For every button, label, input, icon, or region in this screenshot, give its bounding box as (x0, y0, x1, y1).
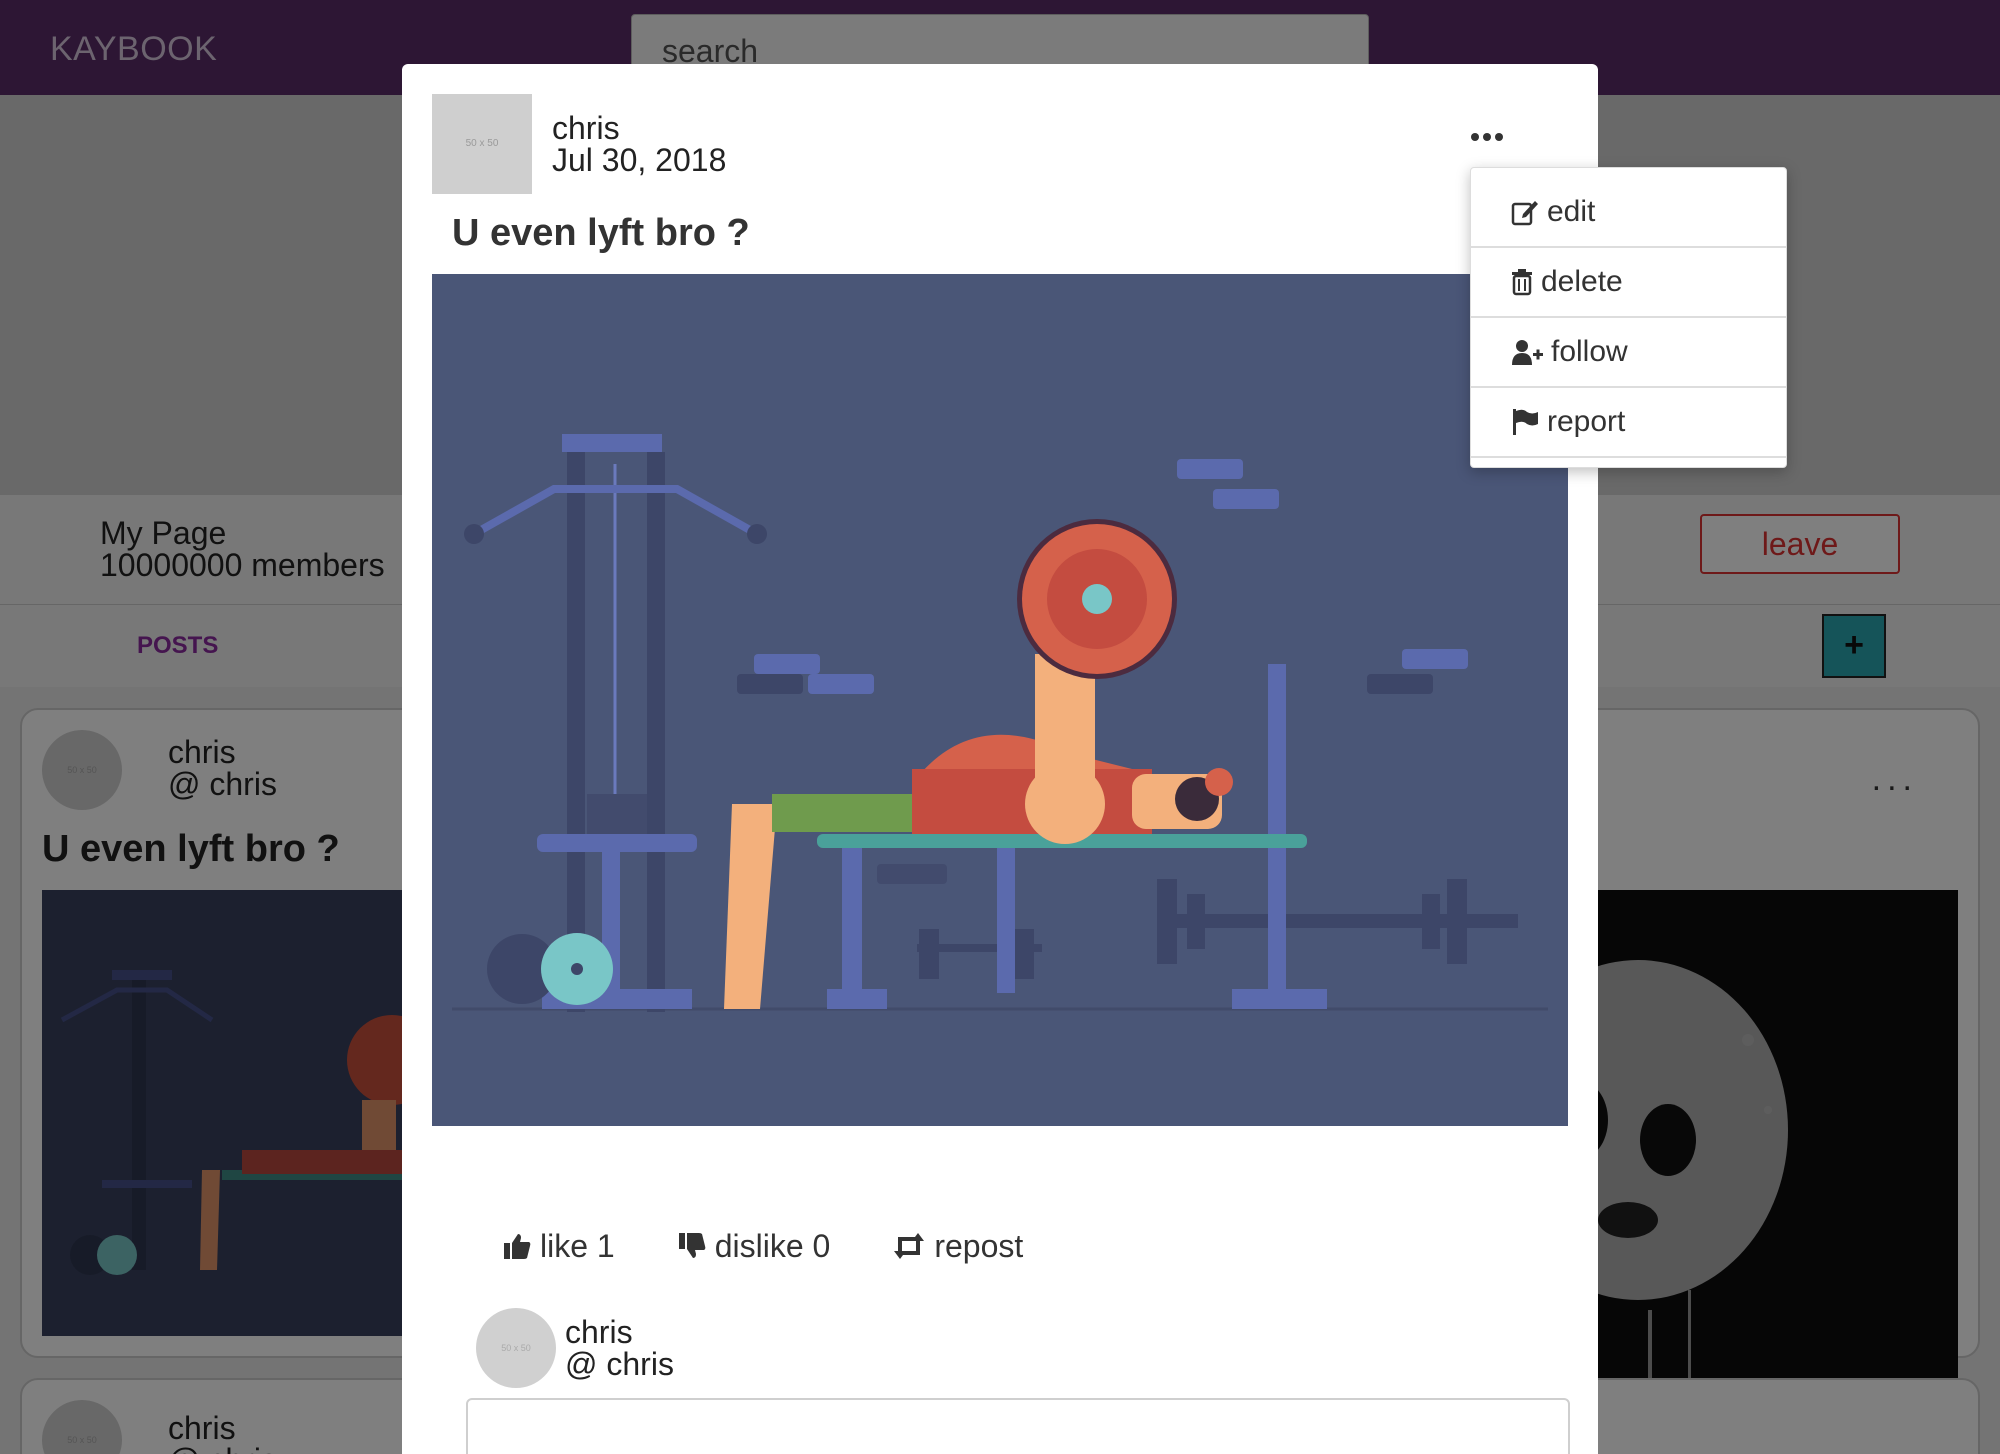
post-title: U even lyft bro ? (452, 212, 750, 254)
avatar[interactable]: 50 x 50 (432, 94, 532, 194)
menu-item-edit[interactable]: edit (1471, 178, 1786, 248)
dislike-button[interactable]: dislike 0 (677, 1224, 831, 1268)
commenter-handle: @ chris (565, 1346, 674, 1382)
more-options-icon[interactable] (1467, 122, 1507, 152)
avatar[interactable]: 50 x 50 (476, 1308, 556, 1388)
post-date: Jul 30, 2018 (552, 142, 727, 178)
like-button[interactable]: like 1 (502, 1224, 615, 1268)
like-count: like 1 (540, 1227, 615, 1264)
comment-input[interactable] (466, 1398, 1570, 1454)
menu-item-label: follow (1551, 335, 1628, 368)
menu-item-label: delete (1541, 265, 1623, 298)
post-modal: 50 x 50 chris Jul 30, 2018 U even lyft b… (402, 64, 1598, 1454)
user-plus-icon (1511, 338, 1543, 366)
flag-icon (1511, 408, 1539, 436)
post-options-menu: edit delete follow report (1470, 167, 1787, 468)
menu-item-follow[interactable]: follow (1471, 318, 1786, 388)
post-actions: like 1 dislike 0 repost (502, 1224, 1023, 1268)
thumbs-down-icon (677, 1231, 707, 1261)
menu-item-label: report (1547, 405, 1626, 438)
retweet-icon (892, 1231, 926, 1261)
menu-item-report[interactable]: report (1471, 388, 1786, 458)
edit-icon (1511, 198, 1539, 226)
thumbs-up-icon (502, 1231, 532, 1261)
dislike-count: dislike 0 (714, 1227, 831, 1264)
menu-item-delete[interactable]: delete (1471, 248, 1786, 318)
repost-label: repost (934, 1227, 1024, 1264)
post-image[interactable] (432, 274, 1568, 1126)
menu-item-label: edit (1547, 195, 1596, 228)
trash-icon (1511, 268, 1533, 296)
repost-button[interactable]: repost (892, 1224, 1023, 1268)
